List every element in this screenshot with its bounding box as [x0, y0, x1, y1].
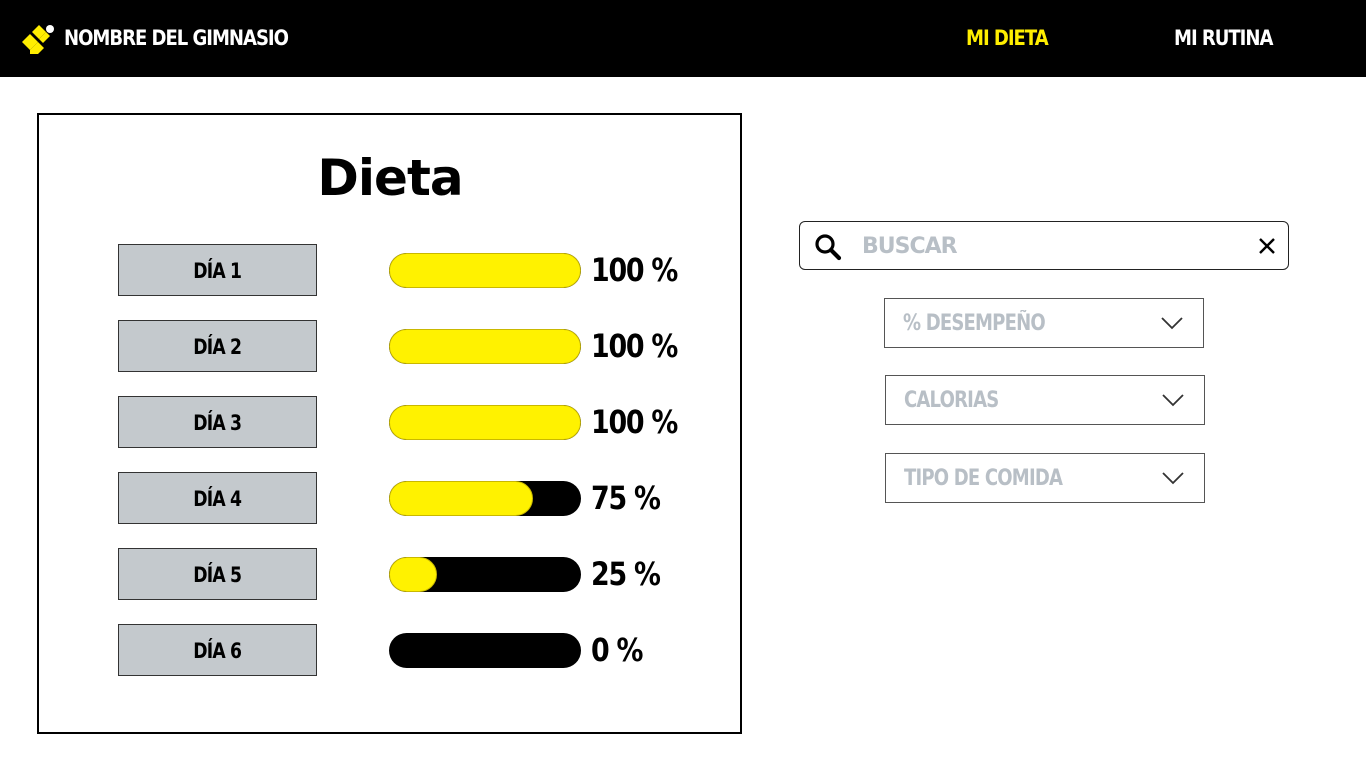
- progress-text-day-5: 25 %: [591, 555, 661, 593]
- chevron-down-icon: [1162, 394, 1184, 407]
- progress-text-day-4: 75 %: [591, 479, 661, 517]
- progress-text-day-1: 100 %: [591, 251, 678, 289]
- gym-name[interactable]: NOMBRE DEL GIMNASIO: [64, 25, 289, 51]
- chevron-down-icon: [1162, 472, 1184, 485]
- nav-link-mi-rutina[interactable]: MI RUTINA: [1174, 25, 1273, 51]
- day-button-label: DÍA 1: [193, 259, 243, 283]
- close-icon[interactable]: [1256, 235, 1278, 257]
- select-label: CALORIAS: [904, 388, 999, 413]
- filter-calorias-select[interactable]: CALORIAS: [885, 375, 1205, 425]
- progress-bar-day-1: [389, 253, 581, 288]
- day-button-label: DÍA 4: [193, 487, 243, 511]
- search-input[interactable]: [862, 230, 1242, 262]
- day-button-label: DÍA 3: [193, 411, 243, 435]
- day-button-label: DÍA 6: [193, 639, 243, 663]
- chevron-down-icon: [1161, 317, 1183, 330]
- day-button-3[interactable]: DÍA 3: [118, 396, 317, 448]
- progress-fill: [389, 253, 581, 288]
- progress-bar-day-6: [389, 633, 581, 668]
- progress-bar-day-5: [389, 557, 581, 592]
- progress-text-day-3: 100 %: [591, 403, 678, 441]
- top-navbar: NOMBRE DEL GIMNASIO MI DIETA MI RUTINA: [0, 0, 1366, 77]
- progress-fill: [389, 329, 581, 364]
- day-button-1[interactable]: DÍA 1: [118, 244, 317, 296]
- day-button-2[interactable]: DÍA 2: [118, 320, 317, 372]
- day-button-5[interactable]: DÍA 5: [118, 548, 317, 600]
- progress-bar-day-4: [389, 481, 581, 516]
- progress-fill: [389, 481, 533, 516]
- filter-desempeno-select[interactable]: % DESEMPEÑO: [884, 298, 1204, 348]
- select-label: % DESEMPEÑO: [903, 311, 1046, 336]
- progress-fill: [389, 557, 437, 592]
- search-box[interactable]: [799, 221, 1289, 270]
- filter-tipo-comida-select[interactable]: TIPO DE COMIDA: [885, 453, 1205, 503]
- search-icon[interactable]: [814, 233, 842, 261]
- gym-logo-icon[interactable]: [22, 24, 54, 54]
- day-button-4[interactable]: DÍA 4: [118, 472, 317, 524]
- progress-text-day-2: 100 %: [591, 327, 678, 365]
- nav-link-mi-dieta[interactable]: MI DIETA: [966, 25, 1049, 51]
- day-button-label: DÍA 2: [193, 335, 243, 359]
- progress-fill: [389, 405, 581, 440]
- progress-text-day-6: 0 %: [591, 631, 643, 669]
- day-button-6[interactable]: DÍA 6: [118, 624, 317, 676]
- select-label: TIPO DE COMIDA: [904, 466, 1063, 491]
- panel-title: Dieta: [317, 149, 463, 207]
- progress-bar-day-2: [389, 329, 581, 364]
- day-button-label: DÍA 5: [193, 563, 243, 587]
- progress-bar-day-3: [389, 405, 581, 440]
